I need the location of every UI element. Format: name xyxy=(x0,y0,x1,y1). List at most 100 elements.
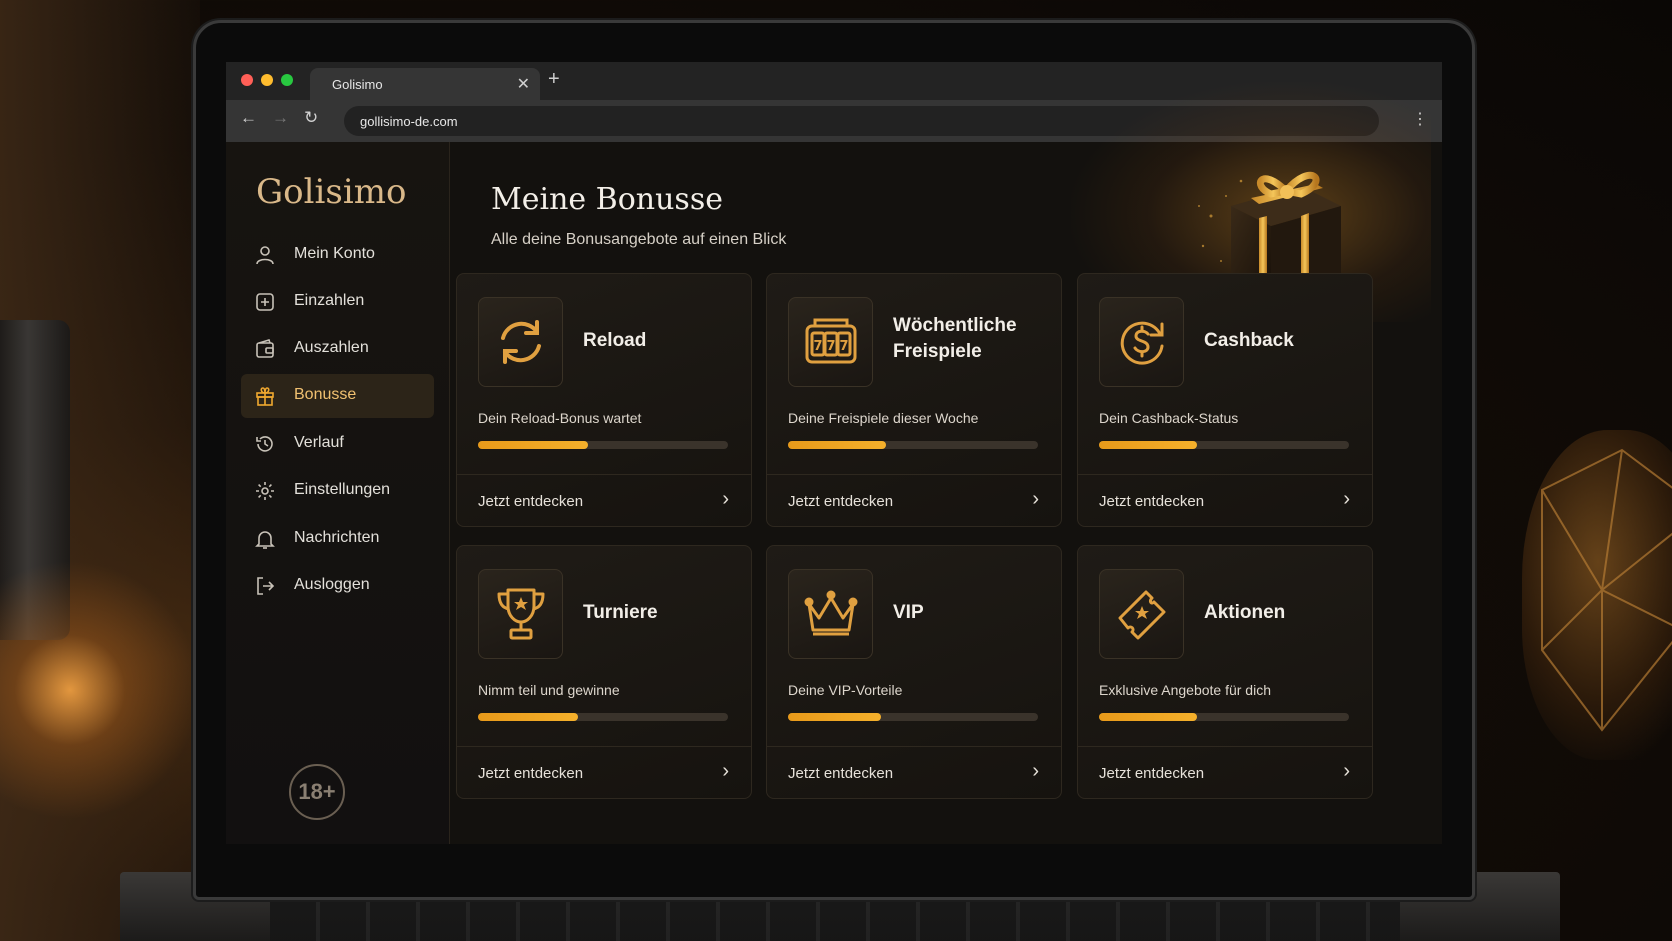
sidebar-item-bonusse[interactable]: Bonusse xyxy=(241,374,434,418)
progress-bar xyxy=(1099,713,1349,721)
discover-link[interactable]: Jetzt entdecken xyxy=(478,493,583,510)
slot-machine-icon: 7 7 7 xyxy=(805,318,857,364)
sidebar-item-label: Ausloggen xyxy=(294,576,370,593)
card-title: Reload xyxy=(583,330,647,351)
sidebar-item-label: Einzahlen xyxy=(294,292,365,309)
discover-link[interactable]: Jetzt entdecken xyxy=(788,765,893,782)
card-divider xyxy=(1078,474,1372,475)
card-title-line2: Freispiele xyxy=(893,341,982,362)
brand-logo[interactable]: Golisimo xyxy=(256,172,406,212)
card-divider xyxy=(767,746,1061,747)
page-title: Meine Bonusse xyxy=(491,182,723,217)
card-divider xyxy=(457,746,751,747)
new-tab-button[interactable]: + xyxy=(548,68,560,91)
user-icon xyxy=(256,246,274,265)
chevron-right-icon[interactable]: › xyxy=(722,760,729,783)
window-maximize-button[interactable] xyxy=(281,74,293,86)
card-icon-box xyxy=(788,569,873,659)
sidebar-item-label: Auszahlen xyxy=(294,339,369,356)
crown-icon xyxy=(804,590,858,636)
logout-icon xyxy=(257,577,275,595)
sidebar-item-label: Bonusse xyxy=(294,386,357,403)
background-candle-glow xyxy=(0,560,200,820)
card-icon-box xyxy=(1099,569,1184,659)
svg-text:7: 7 xyxy=(839,339,848,354)
card-divider xyxy=(767,474,1061,475)
window-minimize-button[interactable] xyxy=(261,74,273,86)
card-divider xyxy=(457,474,751,475)
history-icon xyxy=(256,436,273,452)
card-title: Turniere xyxy=(583,602,658,623)
url-text: gollisimo-de.com xyxy=(360,114,458,129)
chevron-right-icon[interactable]: › xyxy=(1343,488,1350,511)
browser-tab[interactable]: Golisimo ✕ xyxy=(310,68,540,100)
tab-close-icon[interactable]: ✕ xyxy=(517,74,530,94)
bonus-card-aktionen[interactable]: Aktionen Exklusive Angebote für dich Jet… xyxy=(1077,545,1373,799)
app: Golisimo Mein Konto Einzahlen Auszahlen xyxy=(226,82,1442,844)
sidebar-item-mein-konto[interactable]: Mein Konto xyxy=(241,233,434,277)
progress-fill xyxy=(788,713,881,721)
progress-fill xyxy=(478,713,578,721)
progress-bar xyxy=(788,713,1038,721)
card-title: Cashback xyxy=(1204,330,1294,351)
discover-link[interactable]: Jetzt entdecken xyxy=(1099,493,1204,510)
bonus-card-cashback[interactable]: Cashback Dein Cashback-Status Jetzt entd… xyxy=(1077,273,1373,527)
card-icon-box xyxy=(478,297,563,387)
card-title: Aktionen xyxy=(1204,602,1286,623)
gift-box-icon xyxy=(1198,171,1341,284)
chevron-right-icon[interactable]: › xyxy=(1032,488,1039,511)
sidebar-item-auszahlen[interactable]: Auszahlen xyxy=(241,327,434,371)
sidebar-item-label: Einstellungen xyxy=(294,481,391,498)
card-title: Wöchentliche xyxy=(893,315,1017,336)
ticket-icon xyxy=(1118,590,1166,640)
chevron-right-icon[interactable]: › xyxy=(1032,760,1039,783)
card-description: Dein Cashback-Status xyxy=(1099,410,1239,426)
sidebar-item-einstellungen[interactable]: Einstellungen xyxy=(241,469,434,513)
sidebar-item-label: Verlauf xyxy=(294,434,344,451)
discover-link[interactable]: Jetzt entdecken xyxy=(1099,765,1204,782)
progress-bar xyxy=(478,441,728,449)
bonus-card-freispiele[interactable]: 7 7 7 Wöchentliche Freispiele Deine Frei… xyxy=(766,273,1062,527)
card-icon-box xyxy=(1099,297,1184,387)
cashback-icon xyxy=(1120,321,1164,365)
progress-fill xyxy=(1099,441,1197,449)
tab-title: Golisimo xyxy=(332,77,383,92)
bonus-card-reload[interactable]: Reload Dein Reload-Bonus wartet Jetzt en… xyxy=(456,273,752,527)
sidebar-item-ausloggen[interactable]: Ausloggen xyxy=(241,564,434,608)
chevron-right-icon[interactable]: › xyxy=(722,488,729,511)
deposit-icon xyxy=(256,293,274,311)
progress-fill xyxy=(1099,713,1197,721)
card-icon-box: 7 7 7 xyxy=(788,297,873,387)
background-sculpture xyxy=(1522,430,1672,760)
back-button[interactable]: ← xyxy=(240,108,257,128)
page-subtitle: Alle deine Bonusangebote auf einen Blick xyxy=(491,231,787,248)
card-description: Nimm teil und gewinne xyxy=(478,682,620,698)
card-description: Deine Freispiele dieser Woche xyxy=(788,410,979,426)
sidebar-item-label: Nachrichten xyxy=(294,529,380,546)
discover-link[interactable]: Jetzt entdecken xyxy=(478,765,583,782)
wallet-icon xyxy=(256,339,274,358)
gear-icon xyxy=(256,482,274,500)
sidebar: Golisimo Mein Konto Einzahlen Auszahlen xyxy=(226,142,450,844)
sidebar-item-label: Mein Konto xyxy=(294,245,375,262)
gift-icon xyxy=(256,387,274,406)
discover-link[interactable]: Jetzt entdecken xyxy=(788,493,893,510)
card-description: Deine VIP-Vorteile xyxy=(788,682,903,698)
forward-button[interactable]: → xyxy=(272,108,289,128)
progress-bar xyxy=(788,441,1038,449)
sidebar-item-einzahlen[interactable]: Einzahlen xyxy=(241,280,434,324)
card-description: Exklusive Angebote für dich xyxy=(1099,682,1271,698)
chevron-right-icon[interactable]: › xyxy=(1343,760,1350,783)
reload-button[interactable]: ↻ xyxy=(304,108,318,128)
svg-text:7: 7 xyxy=(826,339,835,354)
window-close-button[interactable] xyxy=(241,74,253,86)
sidebar-item-verlauf[interactable]: Verlauf xyxy=(241,422,434,466)
bonus-card-turniere[interactable]: Turniere Nimm teil und gewinne Jetzt ent… xyxy=(456,545,752,799)
laptop-keyboard xyxy=(270,896,1400,941)
reload-icon xyxy=(501,320,541,364)
bonus-card-vip[interactable]: VIP Deine VIP-Vorteile Jetzt entdecken › xyxy=(766,545,1062,799)
sidebar-item-nachrichten[interactable]: Nachrichten xyxy=(241,517,434,561)
progress-bar xyxy=(1099,441,1349,449)
laptop-screen: Golisimo ✕ + ← → ↻ gollisimo-de.com ⋮ Go… xyxy=(226,62,1442,844)
age-restriction-badge: 18+ xyxy=(289,764,345,820)
